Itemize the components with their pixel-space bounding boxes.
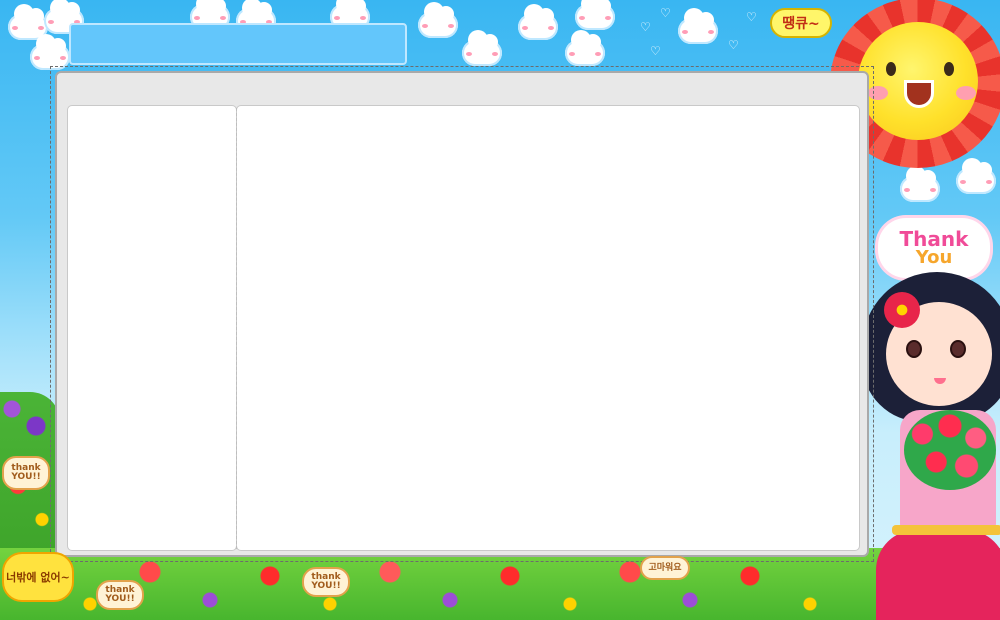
skin-background: ♡ ♡ ♡ ♡ ♡ ♡ 땡큐~ Thank You thank YOU!! 너밖… bbox=[0, 0, 1000, 620]
right-panel[interactable] bbox=[236, 105, 860, 551]
thank-you-sign: Thank You bbox=[878, 218, 990, 278]
heart-icon: ♡ bbox=[660, 6, 671, 20]
heart-icon: ♡ bbox=[746, 10, 757, 24]
heart-icon: ♡ bbox=[640, 20, 651, 34]
left-panel[interactable] bbox=[67, 105, 237, 551]
cloud-icon bbox=[565, 30, 605, 66]
sun-cheek bbox=[868, 86, 888, 100]
hair-flower-icon bbox=[884, 292, 920, 328]
speech-bubble-text: 땡큐~ bbox=[782, 16, 820, 32]
thank-you-line1: Thank bbox=[899, 227, 969, 251]
cloud-icon bbox=[418, 2, 458, 38]
girl-belt bbox=[892, 525, 1000, 535]
heart-icon: ♡ bbox=[650, 44, 661, 58]
bouquet-icon bbox=[904, 410, 996, 490]
sticker-bottom-thanks-ko-text: 고마워요 bbox=[648, 562, 682, 573]
cloud-icon bbox=[956, 158, 996, 194]
girl-skirt bbox=[876, 530, 1000, 620]
title-bar[interactable] bbox=[69, 23, 407, 65]
heart-icon: ♡ bbox=[700, 24, 711, 38]
sticker-left-yellow: 너밖에 없어~ bbox=[2, 552, 74, 602]
sun-eye bbox=[944, 62, 954, 76]
sticker-bottom-thank1-text: thank YOU!! bbox=[105, 585, 135, 604]
sticker-bottom-thanks-ko: 고마워요 bbox=[640, 556, 690, 580]
sticker-left-thank-text: thank YOU!! bbox=[11, 463, 41, 482]
heart-icon: ♡ bbox=[728, 38, 739, 52]
sticker-bottom-thank1: thank YOU!! bbox=[96, 580, 144, 610]
cloud-icon bbox=[462, 30, 502, 66]
sticker-left-thank: thank YOU!! bbox=[2, 456, 50, 490]
sticker-bottom-thank2-text: thank YOU!! bbox=[311, 572, 341, 591]
panel-divider bbox=[236, 108, 237, 549]
cloud-icon bbox=[575, 0, 615, 30]
sticker-left-yellow-text: 너밖에 없어~ bbox=[6, 570, 70, 584]
sun-cheek bbox=[956, 86, 976, 100]
cloud-icon bbox=[30, 34, 70, 70]
thank-you-line2: You bbox=[915, 247, 953, 268]
speech-bubble: 땡큐~ bbox=[770, 8, 832, 38]
cloud-icon bbox=[518, 4, 558, 40]
cloud-icon bbox=[900, 166, 940, 202]
sticker-bottom-thank2: thank YOU!! bbox=[302, 567, 350, 597]
girl-eye bbox=[950, 340, 966, 358]
meadow-decoration bbox=[0, 548, 1000, 620]
girl-eye bbox=[906, 340, 922, 358]
cloud-icon bbox=[678, 8, 718, 44]
sun-eye bbox=[886, 62, 896, 76]
